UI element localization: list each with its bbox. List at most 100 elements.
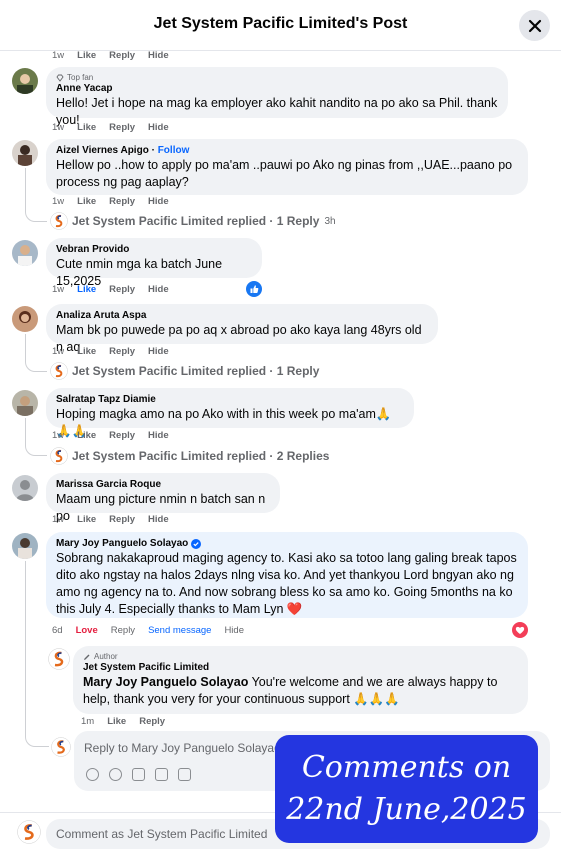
comment-actions: 1w Like Reply Hide: [52, 284, 169, 295]
avatar[interactable]: [12, 475, 38, 501]
comment-bubble: Mary Joy Panguelo Solayao Sobrang nakaka…: [46, 532, 528, 618]
hide-button[interactable]: Hide: [148, 346, 169, 357]
reply-button[interactable]: Reply: [109, 50, 135, 61]
like-button[interactable]: Like: [77, 284, 96, 295]
reply-text: Mary Joy Panguelo Solayao You're welcome…: [83, 675, 498, 706]
post-dialog-header: Jet System Pacific Limited's Post: [0, 0, 561, 51]
comment-author[interactable]: Mary Joy Panguelo Solayao: [56, 538, 188, 550]
author-badge: Author: [83, 652, 518, 662]
comment-text: Hellow po ..how to apply po ma'am ..pauw…: [56, 158, 513, 189]
comment-time: 1w: [52, 196, 65, 207]
avatar[interactable]: [12, 306, 38, 332]
mention-link[interactable]: Mary Joy Panguelo Solayao: [83, 675, 248, 689]
composer-avatar[interactable]: [51, 737, 71, 757]
comment-author[interactable]: Analiza Aruta Aspa: [56, 310, 428, 322]
hide-button[interactable]: Hide: [148, 284, 169, 295]
page-avatar[interactable]: [48, 648, 70, 670]
top-fan-badge: Top fan: [56, 73, 498, 83]
comment-bubble: Aizel Viernes Apigo · Follow Hellow po .…: [46, 139, 528, 195]
like-button[interactable]: Like: [107, 716, 126, 727]
pencil-icon: [84, 654, 90, 660]
hide-button[interactable]: Hide: [148, 514, 169, 525]
verified-icon: [191, 539, 202, 549]
avatar[interactable]: [12, 68, 38, 94]
hide-button[interactable]: Hide: [148, 196, 169, 207]
love-reaction-button[interactable]: Love: [76, 625, 98, 636]
like-button[interactable]: Like: [77, 430, 96, 441]
comment-time: 1w: [52, 346, 65, 357]
reply-actions: 1m Like Reply: [81, 716, 165, 727]
comment-bubble: Marissa Garcia Roque Maam ung picture nm…: [46, 473, 280, 523]
comment-author[interactable]: Salratap Tapz Diamie: [56, 394, 404, 406]
comment-time: 1w: [52, 284, 65, 295]
overlay-line-1: Comments on: [301, 750, 512, 785]
comment-author-row: Aizel Viernes Apigo · Follow: [56, 145, 190, 156]
hide-button[interactable]: Hide: [148, 430, 169, 441]
comment-author[interactable]: Marissa Garcia Roque: [56, 479, 270, 491]
comment-author[interactable]: Vebran Provido: [56, 244, 252, 256]
reply-button[interactable]: Reply: [109, 122, 135, 133]
composer-avatar[interactable]: [17, 820, 41, 844]
hide-button[interactable]: Hide: [148, 122, 169, 133]
close-button[interactable]: [519, 10, 550, 41]
follow-button[interactable]: Follow: [158, 145, 190, 156]
reply-author[interactable]: Jet System Pacific Limited: [83, 662, 518, 674]
comment-author-row: Mary Joy Panguelo Solayao: [56, 538, 518, 550]
reply-button[interactable]: Reply: [109, 346, 135, 357]
comment-actions: 1w Like Reply Hide: [52, 50, 169, 61]
overlay-line-2: 22nd June,2025: [286, 792, 527, 827]
like-button[interactable]: Like: [77, 346, 96, 357]
comment-actions: 1w Like Reply Hide: [52, 430, 169, 441]
camera-icon[interactable]: [132, 768, 145, 781]
reply-button[interactable]: Reply: [111, 625, 135, 636]
love-reaction-icon[interactable]: [512, 622, 528, 643]
reply-button[interactable]: Reply: [109, 514, 135, 525]
composer-toolbar: [86, 768, 191, 781]
comment-bubble: Analiza Aruta Aspa Mam bk po puwede pa p…: [46, 304, 438, 354]
hide-button[interactable]: Hide: [148, 50, 169, 61]
comment-time: 1w: [52, 122, 65, 133]
comment-time: 1w: [52, 430, 65, 441]
reply-time: 1m: [81, 716, 95, 727]
avatar[interactable]: [12, 390, 38, 416]
like-button[interactable]: Like: [77, 196, 96, 207]
sticker-icon[interactable]: [178, 768, 191, 781]
comment-author[interactable]: Anne Yacap: [56, 83, 498, 95]
like-reaction-icon[interactable]: [246, 281, 262, 302]
page-avatar: [50, 212, 68, 230]
like-button[interactable]: Like: [77, 514, 96, 525]
reply-button[interactable]: Reply: [109, 430, 135, 441]
page-avatar: [50, 447, 68, 465]
like-button[interactable]: Like: [77, 122, 96, 133]
reply-button[interactable]: Reply: [139, 716, 165, 727]
avatar[interactable]: [12, 533, 38, 559]
view-replies-link[interactable]: Jet System Pacific Limited replied · 1 R…: [72, 364, 319, 378]
emoji-icon[interactable]: [109, 768, 122, 781]
avatar[interactable]: [12, 140, 38, 166]
reply-button[interactable]: Reply: [109, 196, 135, 207]
comment-actions: 1w Like Reply Hide: [52, 196, 169, 207]
reply-input-placeholder[interactable]: Reply to Mary Joy Panguelo Solayao: [84, 741, 281, 755]
gif-icon[interactable]: [155, 768, 168, 781]
hide-button[interactable]: Hide: [224, 625, 244, 636]
reply-button[interactable]: Reply: [109, 284, 135, 295]
comment-author[interactable]: Aizel Viernes Apigo: [56, 145, 149, 156]
like-button[interactable]: Like: [77, 50, 96, 61]
comment-bubble: Salratap Tapz Diamie Hoping magka amo na…: [46, 388, 414, 438]
send-message-button[interactable]: Send message: [148, 625, 211, 636]
comment-time: 1w: [52, 514, 65, 525]
comment-actions: 1w Like Reply Hide: [52, 122, 169, 133]
avatar-sticker-icon[interactable]: [86, 768, 99, 781]
comment-input-placeholder[interactable]: Comment as Jet System Pacific Limited: [56, 827, 267, 841]
comment-time: 6d: [52, 625, 63, 636]
comment-text: Sobrang nakakaproud maging agency to. Ka…: [56, 551, 517, 616]
avatar[interactable]: [12, 240, 38, 266]
page-avatar: [50, 362, 68, 380]
comment-time: 1w: [52, 50, 65, 61]
reply-thread-line: [25, 334, 47, 372]
reply-thread-line: [25, 418, 47, 456]
comment-actions: 6d Love Reply Send message Hide: [52, 625, 244, 636]
view-replies-link[interactable]: Jet System Pacific Limited replied · 1 R…: [72, 214, 336, 228]
date-overlay-banner: Comments on 22nd June,2025: [275, 735, 538, 843]
view-replies-link[interactable]: Jet System Pacific Limited replied · 2 R…: [72, 449, 329, 463]
